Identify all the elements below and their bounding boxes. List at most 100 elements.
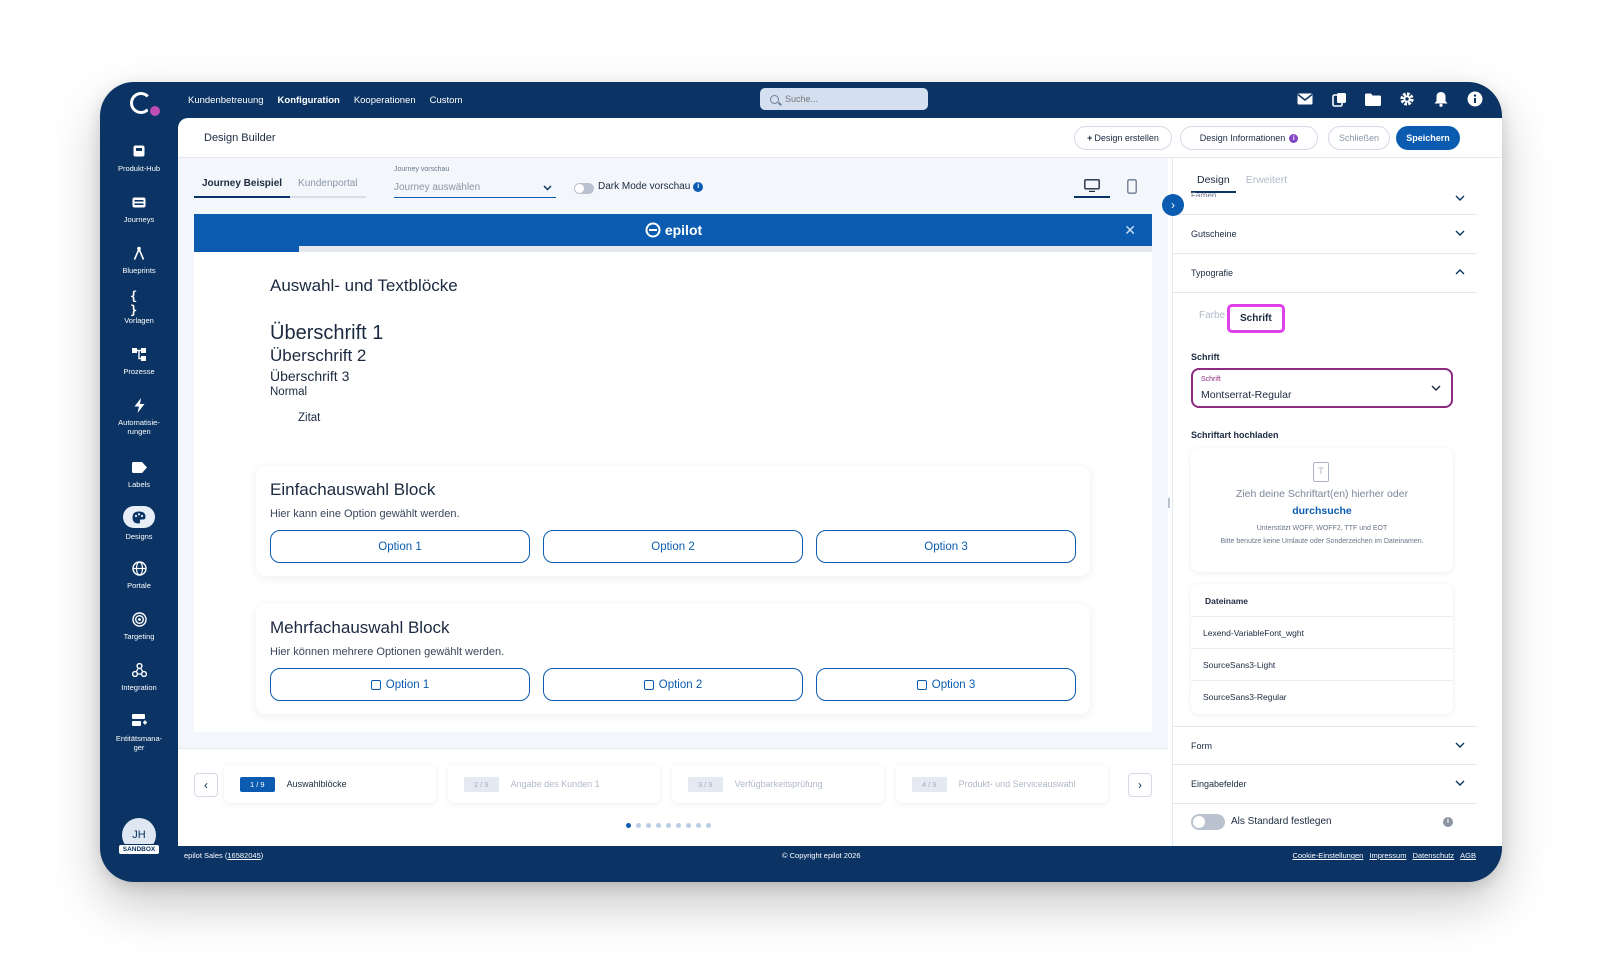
nav-link-kooperationen[interactable]: Kooperationen — [354, 95, 416, 106]
footer: epilot Sales (16582045) © Copyright epil… — [178, 846, 1502, 882]
footer-link-cookies[interactable]: Cookie-Einstellungen — [1292, 851, 1363, 860]
sidebar-item-integration[interactable]: Integration — [100, 661, 178, 692]
table-row[interactable]: SourceSans3-Regular — [1191, 680, 1453, 712]
font-select[interactable]: Schrift Montserrat-Regular — [1191, 368, 1453, 408]
sidebar-item-targeting[interactable]: Targeting — [100, 610, 178, 641]
tab-farbe[interactable]: Farbe — [1191, 304, 1227, 333]
label-icon — [130, 458, 148, 476]
footer-link-datenschutz[interactable]: Datenschutz — [1412, 851, 1454, 860]
step-dot[interactable] — [666, 823, 671, 828]
sidebar-item-vorlagen[interactable]: { } Vorlagen — [100, 289, 178, 325]
default-toggle[interactable] — [1191, 814, 1225, 830]
copy-icon[interactable] — [1330, 90, 1348, 108]
default-label: Als Standard festlegen — [1231, 816, 1332, 827]
step-item[interactable]: 1 / 9 Auswahlblöcke — [224, 765, 436, 803]
chevron-down-icon — [1455, 742, 1465, 748]
footer-link-agb[interactable]: AGB — [1460, 851, 1476, 860]
dark-mode-text: Dark Mode vorschau — [598, 181, 691, 192]
create-design-button[interactable]: + Design erstellen — [1074, 126, 1172, 150]
journey-select[interactable]: Journey auswählen — [394, 178, 556, 198]
sidebar-item-portale[interactable]: Portale — [100, 559, 178, 590]
file-font-icon: T — [1313, 462, 1329, 482]
step-dot[interactable] — [696, 823, 701, 828]
step-navigator: ‹ 1 / 9 Auswahlblöcke 2 / 9 Angabe des K… — [178, 748, 1168, 846]
multi-option-1[interactable]: Option 1 — [270, 668, 530, 701]
sidebar-item-produkt-hub[interactable]: Produkt-Hub — [100, 142, 178, 173]
multi-choice-subtitle: Hier können mehrere Optionen gewählt wer… — [270, 646, 505, 658]
table-row[interactable]: Lexend-VariableFont_wght — [1191, 616, 1453, 648]
multi-option-3[interactable]: Option 3 — [816, 668, 1076, 701]
footer-link-impressum[interactable]: Impressum — [1369, 851, 1406, 860]
step-dot[interactable] — [706, 823, 711, 828]
step-label: Auswahlblöcke — [286, 779, 347, 789]
search-box[interactable] — [760, 88, 928, 110]
browse-link[interactable]: durchsuche — [1191, 505, 1453, 517]
font-dropzone[interactable]: T Zieh deine Schriftart(en) hierher oder… — [1191, 448, 1453, 572]
info-icon[interactable]: i — [693, 181, 704, 192]
accordion-gutscheine[interactable]: Gutscheine — [1173, 215, 1477, 254]
sidebar-item-entitaetsmanager[interactable]: Entitätsmana- ger — [100, 712, 178, 752]
nav-link-konfiguration[interactable]: Konfiguration — [278, 95, 340, 106]
sandbox-badge: SANDBOX — [118, 844, 160, 855]
mobile-view-button[interactable] — [1114, 174, 1150, 198]
nav-link-custom[interactable]: Custom — [430, 95, 463, 106]
step-badge: 3 / 9 — [688, 776, 723, 792]
sidebar-item-labels[interactable]: Labels — [100, 458, 178, 489]
multi-option-2[interactable]: Option 2 — [543, 668, 803, 701]
info-icon[interactable]: i — [1443, 817, 1453, 827]
sidebar-item-automatisierungen[interactable]: Automatisie- rungen — [100, 396, 178, 436]
dark-mode-toggle[interactable] — [574, 183, 594, 194]
sidebar-item-journeys[interactable]: Journeys — [100, 193, 178, 224]
accordion-typografie[interactable]: Typografie — [1173, 254, 1477, 293]
product-hub-icon — [130, 142, 148, 160]
single-option-3[interactable]: Option 3 — [816, 530, 1076, 563]
accordion-label: Form — [1191, 741, 1212, 751]
single-option-1[interactable]: Option 1 — [270, 530, 530, 563]
collapse-panel-button[interactable]: › — [1162, 194, 1184, 216]
single-choice-subtitle: Hier kann eine Option gewählt werden. — [270, 508, 460, 520]
step-dot[interactable] — [676, 823, 681, 828]
sidebar-item-label: Journeys — [123, 215, 155, 224]
step-dot[interactable] — [636, 823, 641, 828]
step-label: Produkt- und Serviceauswahl — [958, 779, 1076, 789]
close-icon[interactable]: ✕ — [1124, 222, 1136, 239]
accordion-farben[interactable]: Farben — [1173, 183, 1477, 215]
step-item[interactable]: 4 / 9 Produkt- und Serviceauswahl — [896, 765, 1108, 803]
step-item[interactable]: 3 / 9 Verfügbarkeitsprüfung — [672, 765, 884, 803]
gear-icon[interactable] — [1398, 90, 1416, 108]
step-dot[interactable] — [656, 823, 661, 828]
tab-journey-beispiel[interactable]: Journey Beispiel — [194, 172, 291, 198]
step-dot[interactable] — [626, 823, 631, 828]
accordion-label: Farben — [1191, 191, 1217, 197]
close-button[interactable]: Schließen — [1328, 126, 1390, 150]
resize-handle[interactable] — [1168, 498, 1170, 508]
chevron-left-icon: ‹ — [204, 778, 208, 792]
step-dot[interactable] — [646, 823, 651, 828]
mail-icon[interactable] — [1296, 90, 1314, 108]
sidebar-item-blueprints[interactable]: Blueprints — [100, 244, 178, 275]
prev-step-button[interactable]: ‹ — [194, 773, 218, 797]
folder-icon[interactable] — [1364, 90, 1382, 108]
desktop-view-button[interactable] — [1074, 174, 1110, 198]
info-icon[interactable] — [1466, 90, 1484, 108]
next-step-button[interactable]: › — [1128, 773, 1152, 797]
multi-option-label: Option 3 — [931, 678, 976, 691]
sidebar-item-designs[interactable]: Designs — [100, 506, 178, 541]
table-row[interactable]: SourceSans3-Light — [1191, 648, 1453, 680]
bell-icon[interactable] — [1432, 90, 1450, 108]
tab-schrift[interactable]: Schrift — [1227, 304, 1285, 333]
chevron-right-icon: › — [1171, 198, 1175, 212]
accordion-form[interactable]: Form — [1173, 726, 1477, 765]
nav-link-kundenbetreuung[interactable]: Kundenbetreuung — [188, 95, 264, 106]
typography-tabs: Farbe Schrift — [1191, 304, 1285, 333]
design-info-button[interactable]: Design Informationen i — [1180, 126, 1318, 150]
single-option-2[interactable]: Option 2 — [543, 530, 803, 563]
sidebar-item-prozesse[interactable]: Prozesse — [100, 345, 178, 376]
search-input[interactable] — [785, 94, 915, 104]
step-dot[interactable] — [686, 823, 691, 828]
tab-kundenportal[interactable]: Kundenportal — [290, 172, 366, 198]
save-button[interactable]: Speichern — [1396, 126, 1460, 150]
step-item[interactable]: 2 / 9 Angabe des Kunden 1 — [448, 765, 660, 803]
accordion-eingabefelder[interactable]: Eingabefelder — [1173, 765, 1477, 804]
footer-org-id[interactable]: 16582045 — [227, 851, 260, 860]
